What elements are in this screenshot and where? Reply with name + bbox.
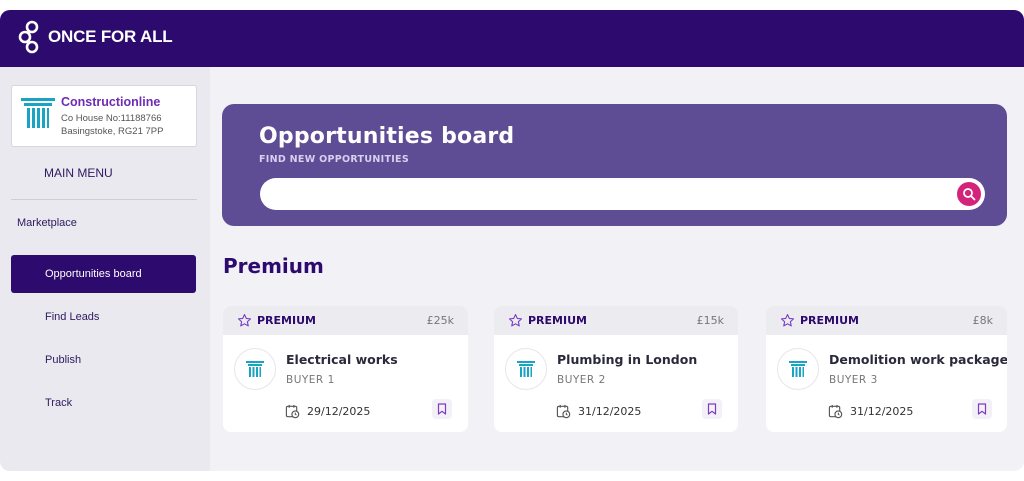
buyer-name: BUYER 3 (829, 374, 878, 386)
search-button[interactable] (957, 182, 981, 206)
search-input[interactable] (260, 178, 985, 210)
sidebar-item-publish[interactable]: Publish (11, 341, 196, 379)
deadline-date: 31/12/2025 (556, 404, 641, 419)
sidebar-item-opportunities-board[interactable]: Opportunities board (11, 255, 196, 293)
opportunity-value: £15k (696, 314, 724, 327)
opportunity-title[interactable]: Plumbing in London (557, 352, 697, 367)
buyer-name: BUYER 2 (557, 374, 606, 386)
page-title: Opportunities board (259, 124, 515, 149)
premium-label: PREMIUM (257, 314, 316, 327)
star-outline-icon (508, 314, 523, 327)
star-outline-icon (237, 314, 252, 327)
org-company-number: Co House No:11188766 (61, 113, 162, 124)
buyer-logo (234, 348, 276, 390)
bookmark-button[interactable] (702, 399, 722, 419)
constructionline-pillar-icon (789, 361, 807, 377)
card-header: PREMIUM £8k (766, 306, 1007, 335)
bookmark-button[interactable] (432, 399, 452, 419)
bookmark-icon (977, 403, 987, 415)
main-menu-button[interactable]: MAIN MENU (44, 166, 113, 180)
bookmark-icon (437, 403, 447, 415)
constructionline-pillar-icon (246, 361, 264, 377)
once-for-all-logo-icon (18, 20, 39, 54)
deadline-date-text: 29/12/2025 (307, 405, 371, 418)
premium-badge: PREMIUM (780, 313, 859, 328)
sidebar-item-find-leads[interactable]: Find Leads (11, 298, 196, 336)
marketplace-section-label: Marketplace (17, 217, 77, 229)
star-outline-icon (780, 314, 795, 327)
opportunity-title[interactable]: Demolition work package (829, 352, 1007, 367)
opportunity-value: £25k (426, 314, 454, 327)
calendar-clock-icon (285, 404, 300, 419)
section-heading: Premium (223, 254, 324, 278)
premium-badge: PREMIUM (508, 313, 587, 328)
page-subtitle: FIND NEW OPPORTUNITIES (259, 154, 409, 165)
app-window: ONCE FOR ALL Constructionline Co House N… (0, 10, 1024, 471)
opportunity-card[interactable]: PREMIUM £15k Plumbing in London BUYER 2 … (494, 306, 738, 432)
sidebar: Constructionline Co House No:11188766 Ba… (0, 67, 210, 471)
org-card[interactable]: Constructionline Co House No:11188766 Ba… (11, 85, 197, 147)
premium-label: PREMIUM (800, 314, 859, 327)
premium-badge: PREMIUM (237, 313, 316, 328)
buyer-logo (777, 348, 819, 390)
deadline-date: 29/12/2025 (285, 404, 370, 419)
deadline-date-text: 31/12/2025 (850, 405, 914, 418)
org-name: Constructionline (61, 95, 161, 109)
deadline-date: 31/12/2025 (828, 404, 913, 419)
opportunity-card[interactable]: PREMIUM £8k Demolition work package BUYE… (766, 306, 1007, 432)
brand-logo[interactable]: ONCE FOR ALL (18, 20, 173, 54)
opportunity-card[interactable]: PREMIUM £25k Electrical works BUYER 1 29… (223, 306, 468, 432)
search-icon (963, 188, 976, 201)
card-header: PREMIUM £25k (223, 306, 468, 335)
bookmark-button[interactable] (972, 399, 992, 419)
opportunity-title[interactable]: Electrical works (286, 352, 398, 367)
sidebar-item-track[interactable]: Track (11, 384, 196, 422)
brand-name: ONCE FOR ALL (48, 27, 173, 46)
deadline-date-text: 31/12/2025 (578, 405, 642, 418)
menu-divider (11, 199, 197, 200)
buyer-name: BUYER 1 (286, 374, 335, 386)
card-header: PREMIUM £15k (494, 306, 738, 335)
calendar-clock-icon (828, 404, 843, 419)
hero-banner: Opportunities board FIND NEW OPPORTUNITI… (222, 104, 1007, 226)
bookmark-icon (707, 403, 717, 415)
premium-label: PREMIUM (528, 314, 587, 327)
top-bar: ONCE FOR ALL (0, 10, 1024, 67)
buyer-logo (505, 348, 547, 390)
org-address: Basingstoke, RG21 7PP (61, 126, 164, 137)
main-content: Opportunities board FIND NEW OPPORTUNITI… (210, 67, 1024, 471)
calendar-clock-icon (556, 404, 571, 419)
opportunity-value: £8k (972, 314, 993, 327)
constructionline-logo-icon (21, 98, 55, 136)
constructionline-pillar-icon (517, 361, 535, 377)
